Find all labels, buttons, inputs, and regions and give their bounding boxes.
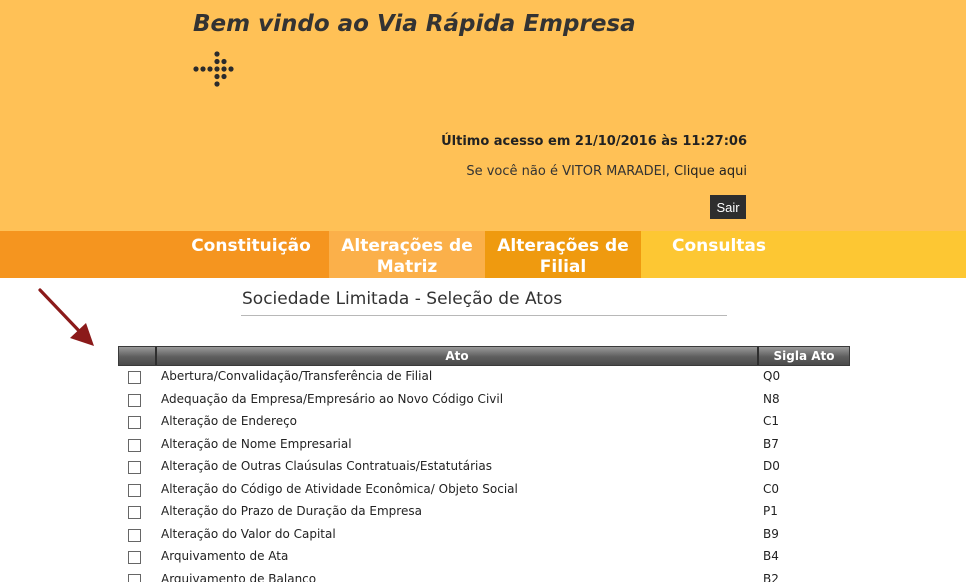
act-name: Alteração do Código de Atividade Econômi…: [161, 481, 518, 496]
table-header: Ato Sigla Ato: [118, 346, 850, 366]
row-checkbox[interactable]: [128, 438, 141, 452]
acts-table: Ato Sigla Ato Abertura/Convalidação/Tran…: [118, 346, 850, 582]
tab-consultas[interactable]: Consultas: [641, 231, 797, 278]
row-checkbox[interactable]: [128, 506, 141, 519]
act-name: Alteração de Outras Claúsulas Contratuai…: [161, 459, 492, 473]
act-name: Adequação da Empresa/Empresário ao Novo …: [161, 391, 504, 406]
row-checkbox[interactable]: [128, 371, 141, 384]
table-row: Alteração de Outras Claúsulas Contratuai…: [118, 456, 850, 479]
header-select: [119, 347, 157, 365]
act-name: Alteração de Endereço: [161, 414, 298, 428]
red-arrow-icon: [38, 288, 94, 346]
dotted-arrow-logo-icon: [193, 51, 234, 87]
row-checkbox[interactable]: [128, 551, 141, 564]
user-prefix: Se você não é: [466, 164, 558, 179]
act-code: Q0: [763, 369, 781, 383]
act-name: Alteração do Valor do Capital: [161, 526, 336, 541]
act-name: Arquivamento de Balanço: [161, 571, 317, 582]
welcome-title: Bem vindo ao Via Rápida Empresa: [193, 11, 636, 37]
act-name: Abertura/Convalidação/Transferência de F…: [161, 369, 433, 383]
table-row: Alteração de Nome Empresarial B7: [118, 434, 850, 457]
logout-button[interactable]: Sair: [710, 195, 746, 219]
act-code: C0: [763, 481, 780, 496]
act-code: B4: [763, 549, 779, 563]
table-row: Alteração do Código de Atividade Econômi…: [118, 479, 850, 502]
act-code: B2: [763, 571, 779, 582]
row-checkbox[interactable]: [128, 528, 141, 542]
act-code: P1: [763, 504, 778, 518]
section-title: Sociedade Limitada - Seleção de Atos: [242, 289, 563, 309]
table-row: Alteração do Valor do Capital B9: [118, 524, 850, 547]
tab-constituicao[interactable]: Constituição: [173, 231, 329, 278]
act-name: Arquivamento de Ata: [161, 549, 289, 563]
row-checkbox[interactable]: [128, 416, 141, 429]
tab-alteracoes-filial[interactable]: Alterações de Filial: [485, 231, 641, 278]
user-line: Se você não é VITOR MARADEI, Clique aqui: [466, 164, 747, 179]
act-name: Alteração do Prazo de Duração da Empresa: [161, 504, 422, 518]
header-code: Sigla Ato: [773, 349, 835, 363]
act-code: C1: [763, 414, 780, 428]
tab-alteracoes-matriz[interactable]: Alterações de Matriz: [329, 231, 485, 278]
user-name: VITOR MARADEI: [562, 164, 666, 179]
table-row: Abertura/Convalidação/Transferência de F…: [118, 366, 850, 389]
table-row: Arquivamento de Balanço B2: [118, 569, 850, 582]
act-code: D0: [763, 459, 780, 473]
last-access-text: Último acesso em 21/10/2016 às 11:27:06: [441, 134, 747, 149]
row-checkbox[interactable]: [128, 573, 141, 582]
act-name: Alteração de Nome Empresarial: [161, 436, 352, 451]
row-checkbox[interactable]: [128, 461, 141, 474]
act-code: N8: [763, 391, 780, 406]
table-row: Alteração de Endereço C1: [118, 411, 850, 434]
not-me-link[interactable]: Clique aqui: [674, 164, 747, 179]
row-checkbox[interactable]: [128, 393, 141, 407]
table-row: Alteração do Prazo de Duração da Empresa…: [118, 501, 850, 524]
act-code: B9: [763, 526, 779, 541]
table-row: Adequação da Empresa/Empresário ao Novo …: [118, 389, 850, 412]
header-act: Ato: [157, 347, 759, 365]
row-checkbox[interactable]: [128, 483, 141, 497]
main-nav: Constituição Alterações de Matriz Altera…: [0, 231, 966, 278]
act-code: B7: [763, 436, 779, 451]
title-divider: [241, 315, 727, 316]
table-row: Arquivamento de Ata B4: [118, 546, 850, 569]
header: Bem vindo ao Via Rápida Empresa Último a…: [0, 0, 966, 231]
page: Bem vindo ao Via Rápida Empresa Último a…: [0, 0, 966, 582]
